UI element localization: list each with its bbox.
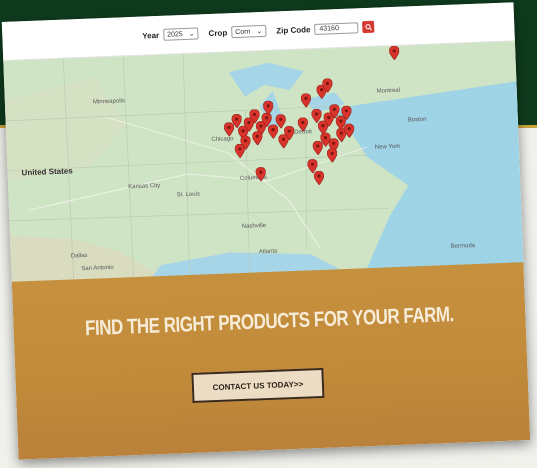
map-place-label: San Antonio [81, 264, 114, 273]
zip-input[interactable]: 43160 [314, 21, 359, 35]
map-place-label: Atlanta [258, 248, 278, 256]
map-place-label: Chicago [211, 136, 234, 144]
year-select[interactable]: 2025 ⌄ [162, 27, 199, 41]
map-place-label: Boston [407, 116, 427, 124]
map-place-label: Dallas [70, 252, 88, 260]
cta-heading: FIND THE RIGHT PRODUCTS FOR YOUR FARM. [84, 302, 455, 341]
zip-search-button[interactable] [362, 20, 375, 34]
map-place-label: Bermuda [450, 242, 476, 250]
chevron-down-icon: ⌄ [188, 30, 195, 38]
crop-value: Corn [235, 27, 251, 36]
map-place-label: Minneapolis [92, 98, 126, 106]
map-place-label: Kansas City [128, 183, 161, 191]
map-place-label: St. Louis [176, 191, 201, 199]
dealer-map[interactable]: United States Minneapolis Chicago New Yo… [3, 41, 524, 283]
crop-filter: Crop Corn ⌄ [208, 24, 267, 39]
year-filter: Year 2025 ⌄ [142, 27, 199, 41]
zip-filter: Zip Code 43160 [276, 20, 375, 37]
crop-label: Crop [208, 27, 228, 38]
contact-us-button[interactable]: CONTACT US TODAY>> [191, 367, 325, 403]
map-place-label: Nashville [241, 222, 267, 230]
search-icon [365, 23, 372, 30]
map-basemap [3, 41, 524, 283]
map-place-label: New York [374, 143, 401, 151]
year-label: Year [142, 30, 160, 41]
website-screenshot: Year 2025 ⌄ Crop Corn ⌄ Zip Code 43160 U… [1, 2, 531, 460]
crop-select[interactable]: Corn ⌄ [230, 24, 267, 39]
map-place-label: Montreal [376, 87, 401, 95]
year-value: 2025 [167, 30, 183, 39]
zip-label: Zip Code [276, 24, 311, 35]
cta-section: FIND THE RIGHT PRODUCTS FOR YOUR FARM. C… [11, 262, 531, 460]
chevron-down-icon: ⌄ [256, 27, 263, 36]
